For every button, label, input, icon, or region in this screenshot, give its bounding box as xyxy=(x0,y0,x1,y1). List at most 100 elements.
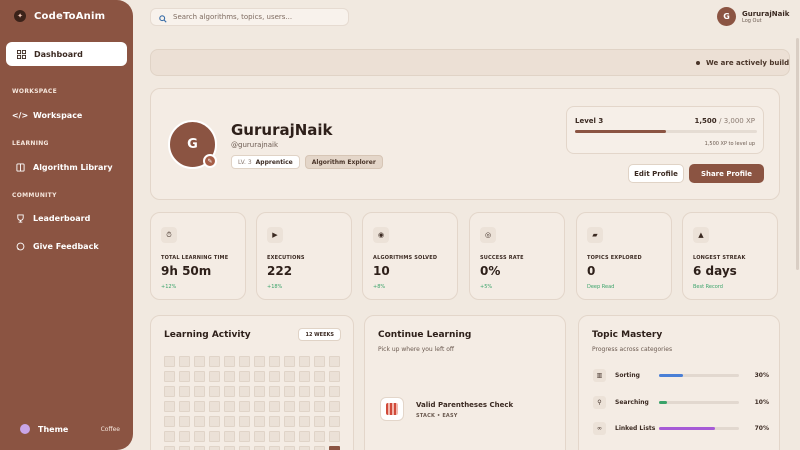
mastery-row[interactable]: ⚲ Searching 10% xyxy=(593,395,769,409)
edit-avatar-button[interactable]: ✎ xyxy=(203,154,217,168)
link-icon: ∞ xyxy=(593,421,606,435)
learning-activity-card: Learning Activity 12 WEEKS xyxy=(150,315,354,450)
algorithm-meta: STACK • EASY xyxy=(416,413,458,419)
activity-cell xyxy=(224,356,235,367)
activity-cell xyxy=(314,371,325,382)
user-info: GururajNaik Log Out xyxy=(742,10,789,24)
activity-cell xyxy=(209,431,220,442)
mastery-row[interactable]: ▥ Sorting 30% xyxy=(593,368,769,382)
activity-cell xyxy=(239,401,250,412)
brain-icon: ◉ xyxy=(373,227,389,243)
topic-label: Searching xyxy=(615,398,649,406)
algorithm-title[interactable]: Valid Parentheses Check xyxy=(416,401,513,409)
sidebar-item-label: Give Feedback xyxy=(33,241,99,251)
activity-cell xyxy=(194,371,205,382)
activity-cell xyxy=(209,416,220,427)
user-menu[interactable]: G GururajNaik Log Out xyxy=(717,7,789,26)
xp-bar xyxy=(575,130,757,133)
activity-cell xyxy=(254,401,265,412)
activity-cell xyxy=(164,401,175,412)
activity-cell xyxy=(329,431,340,442)
activity-cell xyxy=(164,446,175,450)
activity-cell xyxy=(314,431,325,442)
stat-value: 222 xyxy=(267,264,293,278)
logo-icon: ✦ xyxy=(14,10,26,22)
mastery-row[interactable]: ∞ Linked Lists 70% xyxy=(593,421,769,435)
xp-total: / 3,000 XP xyxy=(719,117,755,125)
search-icon xyxy=(159,8,167,27)
activity-cell xyxy=(299,401,310,412)
stat-label: SUCCESS RATE xyxy=(480,255,524,261)
logout-link[interactable]: Log Out xyxy=(742,18,789,24)
share-profile-button[interactable]: Share Profile xyxy=(689,164,764,183)
activity-cell xyxy=(179,431,190,442)
sidebar-item-label: Workspace xyxy=(33,110,83,120)
level-badge-label: Apprentice xyxy=(255,158,293,166)
stat-label: TOTAL LEARNING TIME xyxy=(161,255,229,261)
activity-cell xyxy=(284,431,295,442)
activity-cell xyxy=(329,401,340,412)
stack-icon xyxy=(380,397,404,421)
brand[interactable]: ✦ CodeToAnim xyxy=(14,10,105,22)
activity-cell xyxy=(314,446,325,450)
activity-cell xyxy=(254,431,265,442)
level-progress: Level 3 1,500 / 3,000 XP 1,500 XP to lev… xyxy=(566,106,764,154)
search-input[interactable] xyxy=(173,13,343,21)
topic-percent: 70% xyxy=(754,424,769,432)
activity-cell xyxy=(164,356,175,367)
activity-cell xyxy=(179,356,190,367)
profile-handle: @gururajnaik xyxy=(231,141,279,149)
book-icon xyxy=(15,162,25,172)
sidebar-item-give-feedback[interactable]: Give Feedback xyxy=(15,241,99,251)
activity-cell xyxy=(254,386,265,397)
profile-name: GururajNaik xyxy=(231,121,333,139)
stat-change: Best Record xyxy=(693,284,723,290)
activity-cell xyxy=(209,386,220,397)
theme-toggle[interactable]: Theme Coffee xyxy=(20,424,120,434)
folder-icon: ▰ xyxy=(587,227,603,243)
mastery-subtitle: Progress across categories xyxy=(592,346,673,353)
activity-cell xyxy=(224,431,235,442)
activity-cell xyxy=(284,371,295,382)
palette-icon xyxy=(20,424,30,434)
activity-cell xyxy=(164,386,175,397)
edit-profile-button[interactable]: Edit Profile xyxy=(628,164,684,183)
sidebar-item-algorithm-library[interactable]: Algorithm Library xyxy=(15,162,113,172)
topic-progress-bar xyxy=(659,426,739,430)
topic-label: Sorting xyxy=(615,371,640,379)
trophy-icon xyxy=(15,213,25,223)
sidebar-item-label: Dashboard xyxy=(34,49,83,59)
section-learning: LEARNING xyxy=(12,140,49,147)
activity-cell xyxy=(164,431,175,442)
stat-value: 9h 50m xyxy=(161,264,212,278)
activity-cell xyxy=(209,401,220,412)
continue-learning-card: Continue Learning Pick up where you left… xyxy=(364,315,566,450)
topic-progress-bar xyxy=(659,400,739,404)
stat-card: ▲ LONGEST STREAK 6 days Best Record xyxy=(682,212,778,300)
sidebar-item-label: Leaderboard xyxy=(33,213,91,223)
range-selector[interactable]: 12 WEEKS xyxy=(298,328,341,341)
activity-cell xyxy=(284,386,295,397)
activity-cell xyxy=(239,416,250,427)
scrollbar[interactable] xyxy=(796,38,799,270)
sidebar-item-workspace[interactable]: </> Workspace xyxy=(12,110,83,120)
sidebar-item-dashboard[interactable]: Dashboard xyxy=(6,42,127,66)
activity-cell xyxy=(194,431,205,442)
activity-cell xyxy=(314,401,325,412)
sidebar-item-leaderboard[interactable]: Leaderboard xyxy=(15,213,90,223)
stat-label: EXECUTIONS xyxy=(267,255,305,261)
search-bar[interactable] xyxy=(150,8,349,26)
activity-cell xyxy=(299,356,310,367)
activity-cell xyxy=(224,401,235,412)
activity-cell xyxy=(269,386,280,397)
activity-cell xyxy=(164,371,175,382)
topic-percent: 10% xyxy=(754,398,769,406)
activity-cell xyxy=(284,416,295,427)
activity-cell xyxy=(329,386,340,397)
stat-change: +18% xyxy=(267,284,283,290)
activity-cell xyxy=(329,356,340,367)
stat-change: +5% xyxy=(480,284,493,290)
xp-note: 1,500 XP to level up xyxy=(704,141,755,147)
activity-cell xyxy=(179,386,190,397)
title-badge: Algorithm Explorer xyxy=(304,155,383,169)
